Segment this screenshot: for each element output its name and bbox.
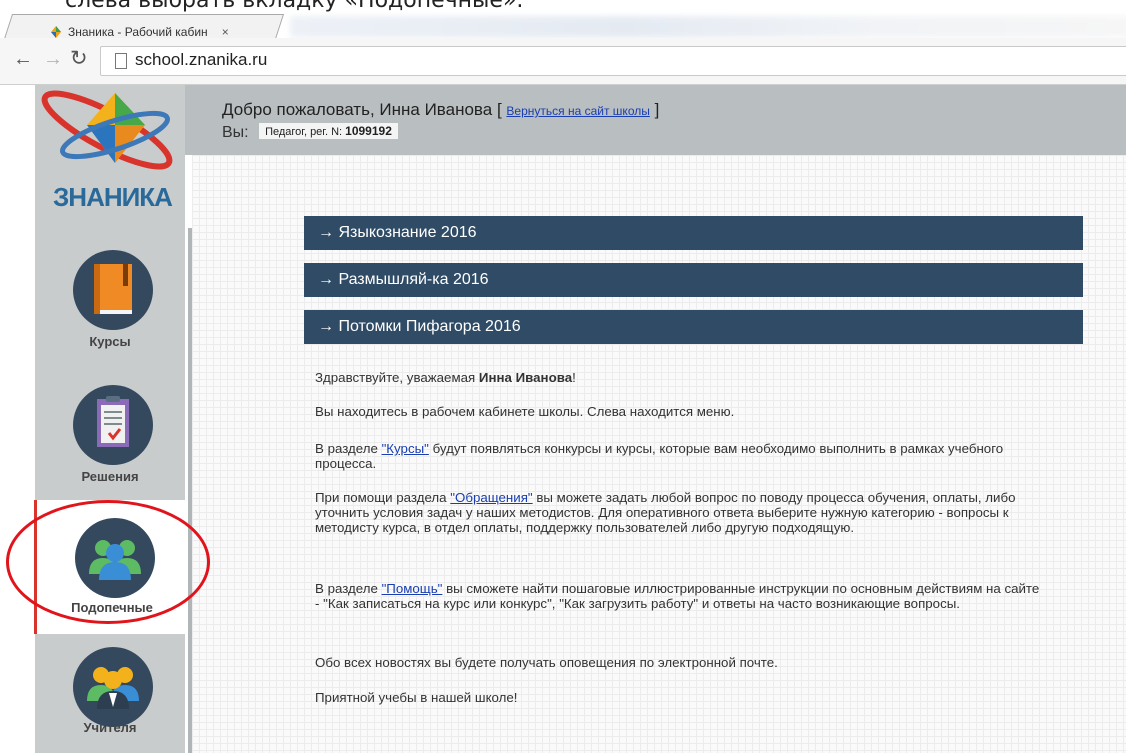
- url-text: school.znanika.ru: [135, 50, 268, 69]
- info-paragraph-1: Вы находитесь в рабочем кабинете школы. …: [315, 404, 735, 419]
- forward-arrow-icon[interactable]: →: [43, 48, 63, 71]
- sidebar-item-label: Решения: [81, 469, 139, 484]
- browser-tab-title: Знаника - Рабочий кабин: [68, 25, 208, 39]
- accordion-course-linguistics[interactable]: → Языкознание 2016: [304, 216, 1083, 250]
- back-arrow-icon[interactable]: ←: [13, 48, 33, 71]
- logo-text: ЗНАНИКА: [53, 182, 173, 212]
- info-paragraph-courses: В разделе "Курсы" будут появляться конку…: [315, 441, 1004, 471]
- info-paragraph-help: В разделе "Помощь" вы сможете найти поша…: [315, 581, 1040, 611]
- welcome-line: Добро пожаловать, Инна Иванова [ Вернуть…: [222, 100, 660, 119]
- closing-text: Приятной учебы в нашей школе!: [315, 690, 518, 705]
- page-icon: [115, 53, 127, 69]
- sidebar-item-label: Курсы: [89, 334, 131, 349]
- highlight-ring: [6, 500, 210, 624]
- tab-close-icon[interactable]: ×: [222, 25, 229, 39]
- help-link[interactable]: "Помощь": [382, 581, 443, 596]
- sidebar-item-solutions[interactable]: Решения: [35, 370, 185, 500]
- accordion-course-think[interactable]: → Размышляй-ка 2016: [304, 263, 1083, 297]
- site-logo[interactable]: ЗНАНИКА: [35, 85, 185, 225]
- greeting-text: Здравствуйте, уважаемая Инна Иванова!: [315, 370, 576, 385]
- role-badge: Педагог, рег. N: 1099192: [259, 123, 398, 139]
- info-paragraph-requests: При помощи раздела "Обращения" вы можете…: [315, 490, 1016, 535]
- clipboard-icon: [97, 396, 129, 447]
- znanika-logo-icon: [41, 90, 173, 170]
- user-role-line: Вы: Педагог, рег. N: 1099192: [222, 123, 398, 142]
- info-paragraph-news: Обо всех новостях вы будете получать опо…: [315, 655, 778, 670]
- back-to-site-link[interactable]: Вернуться на сайт школы: [506, 104, 649, 118]
- znanika-favicon-icon: [51, 26, 61, 38]
- address-bar[interactable]: school.znanika.ru: [100, 46, 1126, 76]
- accordion-course-pythagoras[interactable]: → Потомки Пифагора 2016: [304, 310, 1083, 344]
- teachers-icon: [87, 667, 139, 709]
- requests-link[interactable]: "Обращения": [450, 490, 532, 505]
- browser-toolbar: ← → ↻ school.znanika.ru: [0, 38, 1126, 85]
- courses-link[interactable]: "Курсы": [382, 441, 429, 456]
- browser-tab-strip: Знаника - Рабочий кабин ×: [0, 10, 1126, 39]
- sidebar-item-courses[interactable]: Курсы: [35, 235, 185, 365]
- sidebar-item-label: Учителя: [83, 720, 137, 735]
- site-header: Добро пожаловать, Инна Иванова [ Вернуть…: [185, 85, 1126, 155]
- reload-icon[interactable]: ↻: [70, 46, 88, 71]
- book-icon: [94, 264, 132, 314]
- sidebar-item-teachers[interactable]: Учителя: [35, 635, 185, 753]
